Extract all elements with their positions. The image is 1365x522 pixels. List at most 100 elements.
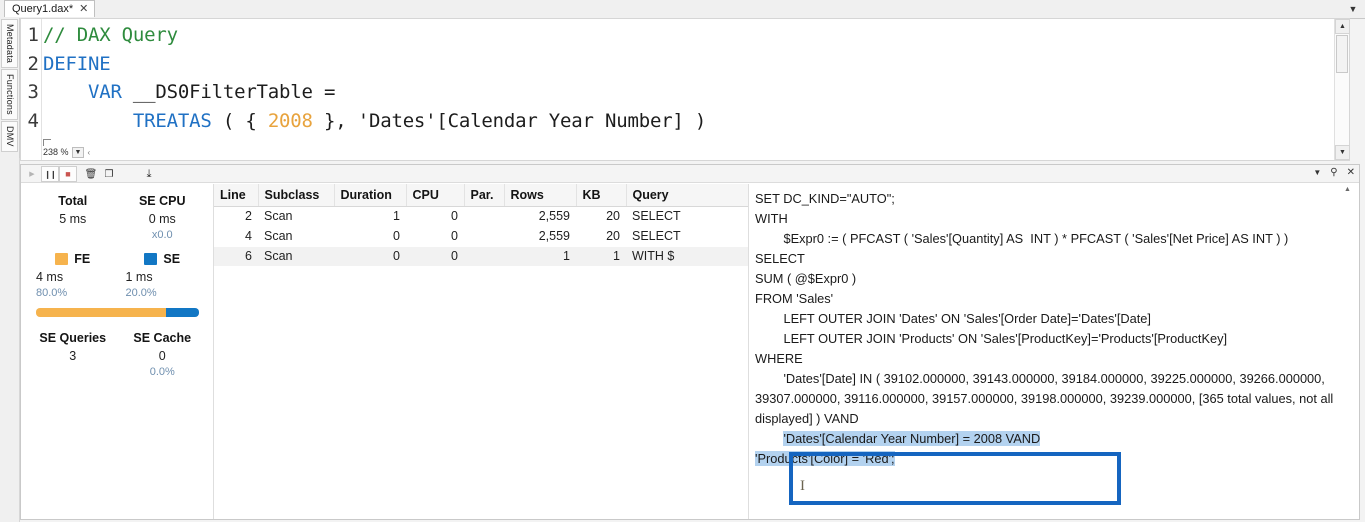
sql-query-text[interactable]: SET DC_KIND="AUTO"; WITH $Expr0 := ( PFC… <box>755 189 1340 469</box>
table-cell-kb: 20 <box>606 209 620 223</box>
pin-icon[interactable]: ⚲ <box>1330 167 1337 178</box>
code-token: }, 'Dates'[Calendar Year Number] ) <box>312 109 707 132</box>
stop-button[interactable]: ■ <box>59 166 77 182</box>
table-column-header[interactable]: Par. <box>464 184 505 207</box>
scrollbar-thumb[interactable] <box>1336 35 1348 73</box>
code-line: DEFINE <box>43 50 1333 79</box>
se-bar-segment <box>166 308 199 317</box>
chevron-down-icon[interactable]: ▼ <box>1347 3 1359 15</box>
stat-se-cpu: SE CPU 0 ms x0.0 <box>118 194 208 241</box>
sql-query-viewer[interactable]: SET DC_KIND="AUTO"; WITH $Expr0 := ( PFC… <box>749 184 1358 519</box>
stat-se-cache-value: 0 <box>158 349 166 363</box>
timings-table[interactable]: Line Subclass Duration CPU Par. Rows KB Query 2… <box>214 184 749 519</box>
run-button[interactable]: ▶ <box>23 166 41 182</box>
stat-total: Total 5 ms x <box>28 194 118 241</box>
document-tab-query1[interactable]: Query1.dax* ✕ <box>4 0 96 17</box>
table-cell-query: SELECT <box>632 229 681 243</box>
zoom-level-label: 238 % <box>43 147 69 157</box>
scroll-up-icon[interactable]: ▲ <box>1344 186 1351 193</box>
close-icon[interactable]: ✕ <box>79 3 88 15</box>
table-column-header[interactable]: Subclass <box>258 184 335 207</box>
table-cell-duration: 0 <box>334 246 406 266</box>
chevron-down-icon[interactable]: ▼ <box>71 146 85 158</box>
panel-header: ▶ ❙❙ ■ 🗑 ❐ ⤓ ▼ ⚲ ✕ <box>21 165 1359 183</box>
fe-legend: FE <box>28 252 118 266</box>
table-column-header[interactable]: Rows <box>504 184 577 207</box>
table-cell-line: 4 <box>245 229 252 243</box>
left-dock-tabs: Metadata Functions DMV <box>0 18 20 158</box>
stat-fe-value: 4 ms <box>36 270 64 284</box>
table-column-header[interactable]: Query <box>626 184 748 207</box>
table-cell-kb: 1 <box>576 246 626 266</box>
stat-fe-pct: 80.0% <box>36 287 68 299</box>
clear-button[interactable]: 🗑 <box>82 166 100 182</box>
sql-selected-text[interactable]: 'Products'[Color] = 'Red'; <box>755 451 895 466</box>
text-cursor-icon: I <box>800 478 805 494</box>
pause-button[interactable]: ❙❙ <box>41 166 59 182</box>
dax-code-editor[interactable]: 1 2 3 4 // DAX Query DEFINE VAR __DS0Filt… <box>20 18 1350 161</box>
stat-se: SE 1 ms 20.0% <box>118 252 208 299</box>
stat-fe-label: FE <box>74 252 91 266</box>
summary-row-queries: SE Queries 3 x SE Cache 0 0.0% <box>28 331 207 378</box>
table-cell-rows: 2,559 <box>538 209 570 223</box>
table-row[interactable]: 4 Scan 0 0 2,559 20 SELECT <box>214 226 748 246</box>
editor-line-numbers: 1 2 3 4 <box>27 24 39 132</box>
code-line: TREATAS ( { 2008 }, 'Dates'[Calendar Yea… <box>43 107 1333 136</box>
panel-toolbar: ▶ ❙❙ ■ 🗑 ❐ ⤓ <box>23 166 158 182</box>
code-token: ( { <box>211 109 268 132</box>
export-button[interactable]: ⤓ <box>140 166 158 182</box>
code-line: VAR __DS0FilterTable = <box>43 78 1333 107</box>
server-timings-panel: ▶ ❙❙ ■ 🗑 ❐ ⤓ ▼ ⚲ ✕ Total 5 ms SE CPU 0 m… <box>20 164 1360 520</box>
copy-button[interactable]: ❐ <box>100 166 118 182</box>
code-token: __DS0FilterTable = <box>121 81 336 103</box>
daxstudio-window: Query1.dax* ✕ ▼ Metadata Functions DMV 1… <box>0 0 1365 522</box>
table-cell-cpu: 0 <box>451 229 458 243</box>
stat-se-pct: 20.0% <box>125 287 157 299</box>
table-row[interactable]: 6 Scan 0 0 1 1 WITH $ <box>214 246 748 266</box>
close-icon[interactable]: ✕ <box>1347 167 1355 178</box>
stat-se-cpu-label: SE CPU <box>138 194 186 208</box>
table-cell-query: SELECT <box>632 209 681 223</box>
code-token: TREATAS <box>132 109 212 132</box>
stop-icon: ■ <box>65 169 71 179</box>
stat-total-label: Total <box>58 194 88 208</box>
table-cell-rows: 2,559 <box>538 229 570 243</box>
table-column-header[interactable]: Duration <box>334 184 407 207</box>
scroll-down-icon[interactable]: ▼ <box>1335 145 1350 160</box>
stat-se-queries-value: 3 <box>69 349 77 363</box>
zoom-tick-icon: ‹ <box>87 147 91 157</box>
code-token: VAR <box>87 81 122 103</box>
table-column-header[interactable]: Line <box>214 184 259 207</box>
sidebar-item-functions[interactable]: Functions <box>1 69 18 120</box>
table-cell-kb: 20 <box>606 229 620 243</box>
fe-color-swatch <box>55 253 69 265</box>
table-cell-duration: 0 <box>393 229 400 243</box>
stat-se-label: SE <box>163 252 181 266</box>
table-row[interactable]: 2 Scan 1 0 2,559 20 SELECT <box>214 206 748 226</box>
editor-vertical-scrollbar[interactable]: ▲ ▼ <box>1334 19 1350 160</box>
table-header-row: Line Subclass Duration CPU Par. Rows KB Query <box>214 184 748 207</box>
stat-se-value: 1 ms <box>125 270 153 284</box>
stat-fe: FE 4 ms 80.0% <box>28 252 118 299</box>
stat-se-cache-label: SE Cache <box>133 331 192 345</box>
editor-code-text[interactable]: // DAX Query DEFINE VAR __DS0FilterTable … <box>43 21 1333 160</box>
scroll-up-icon[interactable]: ▲ <box>1335 19 1350 34</box>
sql-vertical-scrollbar[interactable]: ▲ <box>1343 185 1357 518</box>
sql-selected-text[interactable]: 'Dates'[Calendar Year Number] = 2008 VAN… <box>783 431 1041 446</box>
editor-zoom-bar[interactable]: 238 % ▼ ‹ <box>43 145 90 159</box>
play-icon: ▶ <box>29 171 35 178</box>
sidebar-item-metadata[interactable]: Metadata <box>1 19 18 69</box>
table-column-header[interactable]: KB <box>576 184 627 207</box>
panel-menu-caret-icon[interactable]: ▼ <box>1313 168 1321 177</box>
table-cell-subclass: Scan <box>264 209 293 223</box>
table-cell-duration: 1 <box>393 209 400 223</box>
pause-icon: ❙❙ <box>44 169 56 179</box>
fe-se-ratio-bar <box>36 308 199 317</box>
sidebar-item-dmv[interactable]: DMV <box>1 120 18 152</box>
table-column-header[interactable]: CPU <box>406 184 465 207</box>
summary-row-fe-se: FE 4 ms 80.0% SE 1 ms 20.0% <box>28 252 207 299</box>
timings-summary-card: Total 5 ms x SE CPU 0 ms x0.0 FE 4 ms <box>22 184 214 519</box>
sql-body-text: SET DC_KIND="AUTO"; WITH $Expr0 := ( PFC… <box>755 191 1334 426</box>
table-cell-par <box>464 246 504 266</box>
